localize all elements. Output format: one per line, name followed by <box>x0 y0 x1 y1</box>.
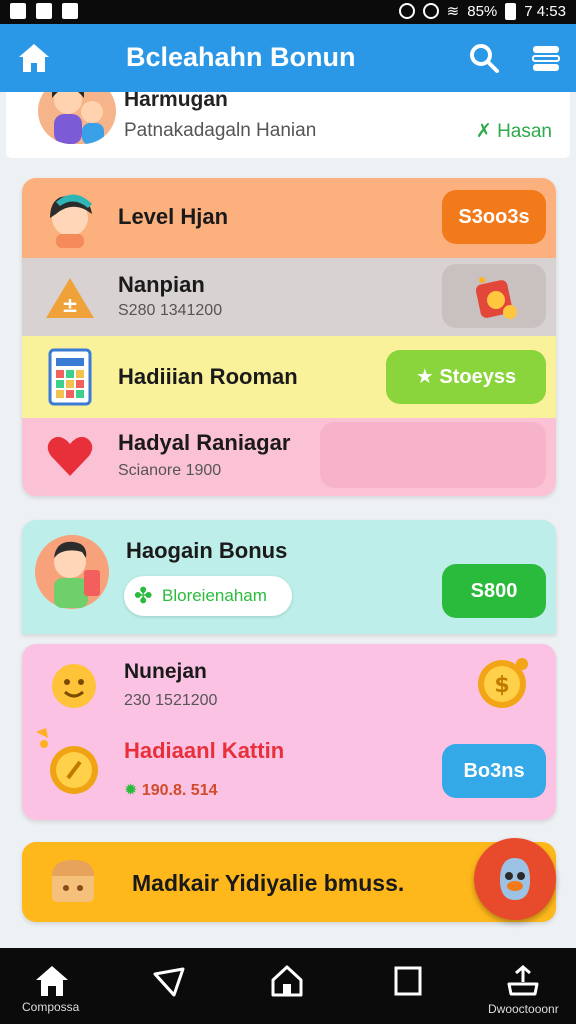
wallet-button[interactable] <box>442 264 546 328</box>
bonus-title: Haogain Bonus <box>126 538 288 563</box>
sun-face-icon <box>52 664 96 708</box>
promo-text: Madkair Yidiyalie bmuss. <box>132 870 405 896</box>
raniagar-button[interactable] <box>320 422 546 488</box>
image-icon <box>36 3 52 19</box>
warning-icon: ± <box>46 278 94 318</box>
treasure-chest-icon <box>52 860 94 902</box>
bonus-button[interactable]: S800 <box>442 564 546 618</box>
svg-text:$: $ <box>494 673 509 698</box>
recent-apps-icon[interactable] <box>394 966 422 996</box>
menu-icon[interactable] <box>530 42 562 74</box>
leaf-icon: ✗ <box>475 121 492 142</box>
home-button-icon[interactable] <box>270 964 304 998</box>
search-icon[interactable] <box>468 42 500 74</box>
list-item-title: Hadyal Raniagar <box>118 430 291 455</box>
notification-icon <box>10 3 26 19</box>
coins-row1-title: Nunejan <box>124 660 207 683</box>
list-item-level[interactable]: Level Hjan S3oo3s <box>22 178 556 258</box>
coins-button[interactable]: Bo3ns <box>442 744 546 798</box>
coins-card: Nunejan 230 1521200 $ Hadiaanl Kattin ✹ … <box>22 644 556 820</box>
bottom-nav-bar: Compossa Dwooctooonr <box>0 948 576 1024</box>
status-bar: ≋ 85% 7 4:53 <box>0 0 576 24</box>
bonus-card: Haogain Bonus ✤ Bloreienaham S800 <box>22 520 556 634</box>
app-title: Bcleahahn Bonun <box>126 42 356 72</box>
wallet-icon <box>475 277 517 319</box>
profile-link-label: Hasan <box>497 121 552 142</box>
battery-text: 85% <box>467 2 498 20</box>
rooman-button-label: Stoeyss <box>439 366 517 388</box>
app-bar: Bcleahahn Bonun <box>0 24 576 92</box>
download-icon <box>62 3 78 19</box>
profile-header: Harmugan Patnakadagaln Hanian ✗ Hasan <box>6 92 570 158</box>
star-icon: ★ <box>415 366 434 388</box>
floating-action-button[interactable] <box>474 838 556 920</box>
sync-icon <box>422 3 439 19</box>
heart-icon <box>47 436 93 476</box>
list-item-subtitle: Scianore 1900 <box>118 462 222 479</box>
family-avatar <box>38 92 116 144</box>
profile-link[interactable]: ✗ Hasan <box>476 120 552 143</box>
profile-subtitle: Patnakadagaln Hanian <box>124 120 317 141</box>
coins-row1-subtitle: 230 1521200 <box>124 692 218 709</box>
list-item-nanpian[interactable]: ± Nanpian S280 1341200 <box>22 258 556 336</box>
list-item-rooman[interactable]: Hadiiian Rooman ★ Stoeyss <box>22 336 556 418</box>
coin-icon[interactable]: $ <box>472 650 536 714</box>
main-content: Harmugan Patnakadagaln Hanian ✗ Hasan Le… <box>0 92 576 948</box>
home-icon[interactable] <box>16 40 52 76</box>
clover-icon: ✤ <box>134 583 153 608</box>
boy-avatar-icon <box>35 535 109 609</box>
coins-amount: ✹ 190.8. 514 <box>124 780 217 800</box>
levels-card: Level Hjan S3oo3s ± Nanpian S280 1341200 <box>22 178 556 496</box>
mascot-icon <box>500 858 530 900</box>
bonus-tag[interactable]: ✤ Bloreienaham <box>124 576 292 616</box>
profile-name: Harmugan <box>124 92 228 111</box>
promo-banner[interactable]: Madkair Yidiyalie bmuss. <box>22 838 556 922</box>
share-icon[interactable] <box>506 964 540 998</box>
list-item-title: Nanpian <box>118 272 205 297</box>
girl-avatar-icon <box>50 194 92 248</box>
list-item-title: Hadiiian Rooman <box>118 364 298 389</box>
share-nav-label: Dwooctooonr <box>488 1002 559 1016</box>
list-item-title: Level Hjan <box>118 204 229 229</box>
back-icon[interactable] <box>152 966 186 998</box>
home-nav-icon[interactable] <box>34 964 70 998</box>
alarm-icon <box>398 3 415 19</box>
bonus-tag-label: Bloreienaham <box>162 586 267 605</box>
clock: 7 4:53 <box>524 2 566 20</box>
coins-row2-title: Hadiaanl Kattin <box>124 738 285 763</box>
battery-icon <box>505 2 517 20</box>
svg-text:±: ± <box>62 293 79 317</box>
level-button[interactable]: S3oo3s <box>442 190 546 244</box>
rooman-button[interactable]: ★ Stoeyss <box>386 350 546 404</box>
coins-amount-value: 190.8. 514 <box>141 782 218 799</box>
list-item-raniagar[interactable]: Hadyal Raniagar Scianore 1900 <box>22 418 556 496</box>
calendar-icon <box>48 348 92 406</box>
status-right: ≋ 85% 7 4:53 <box>398 2 566 20</box>
list-item-subtitle: S280 1341200 <box>118 302 223 319</box>
gold-coin-icon <box>36 728 98 794</box>
gear-icon: ✹ <box>124 782 138 799</box>
status-notification-icons <box>10 3 78 19</box>
home-nav-label: Compossa <box>22 1000 80 1014</box>
wifi-icon: ≋ <box>446 3 460 20</box>
